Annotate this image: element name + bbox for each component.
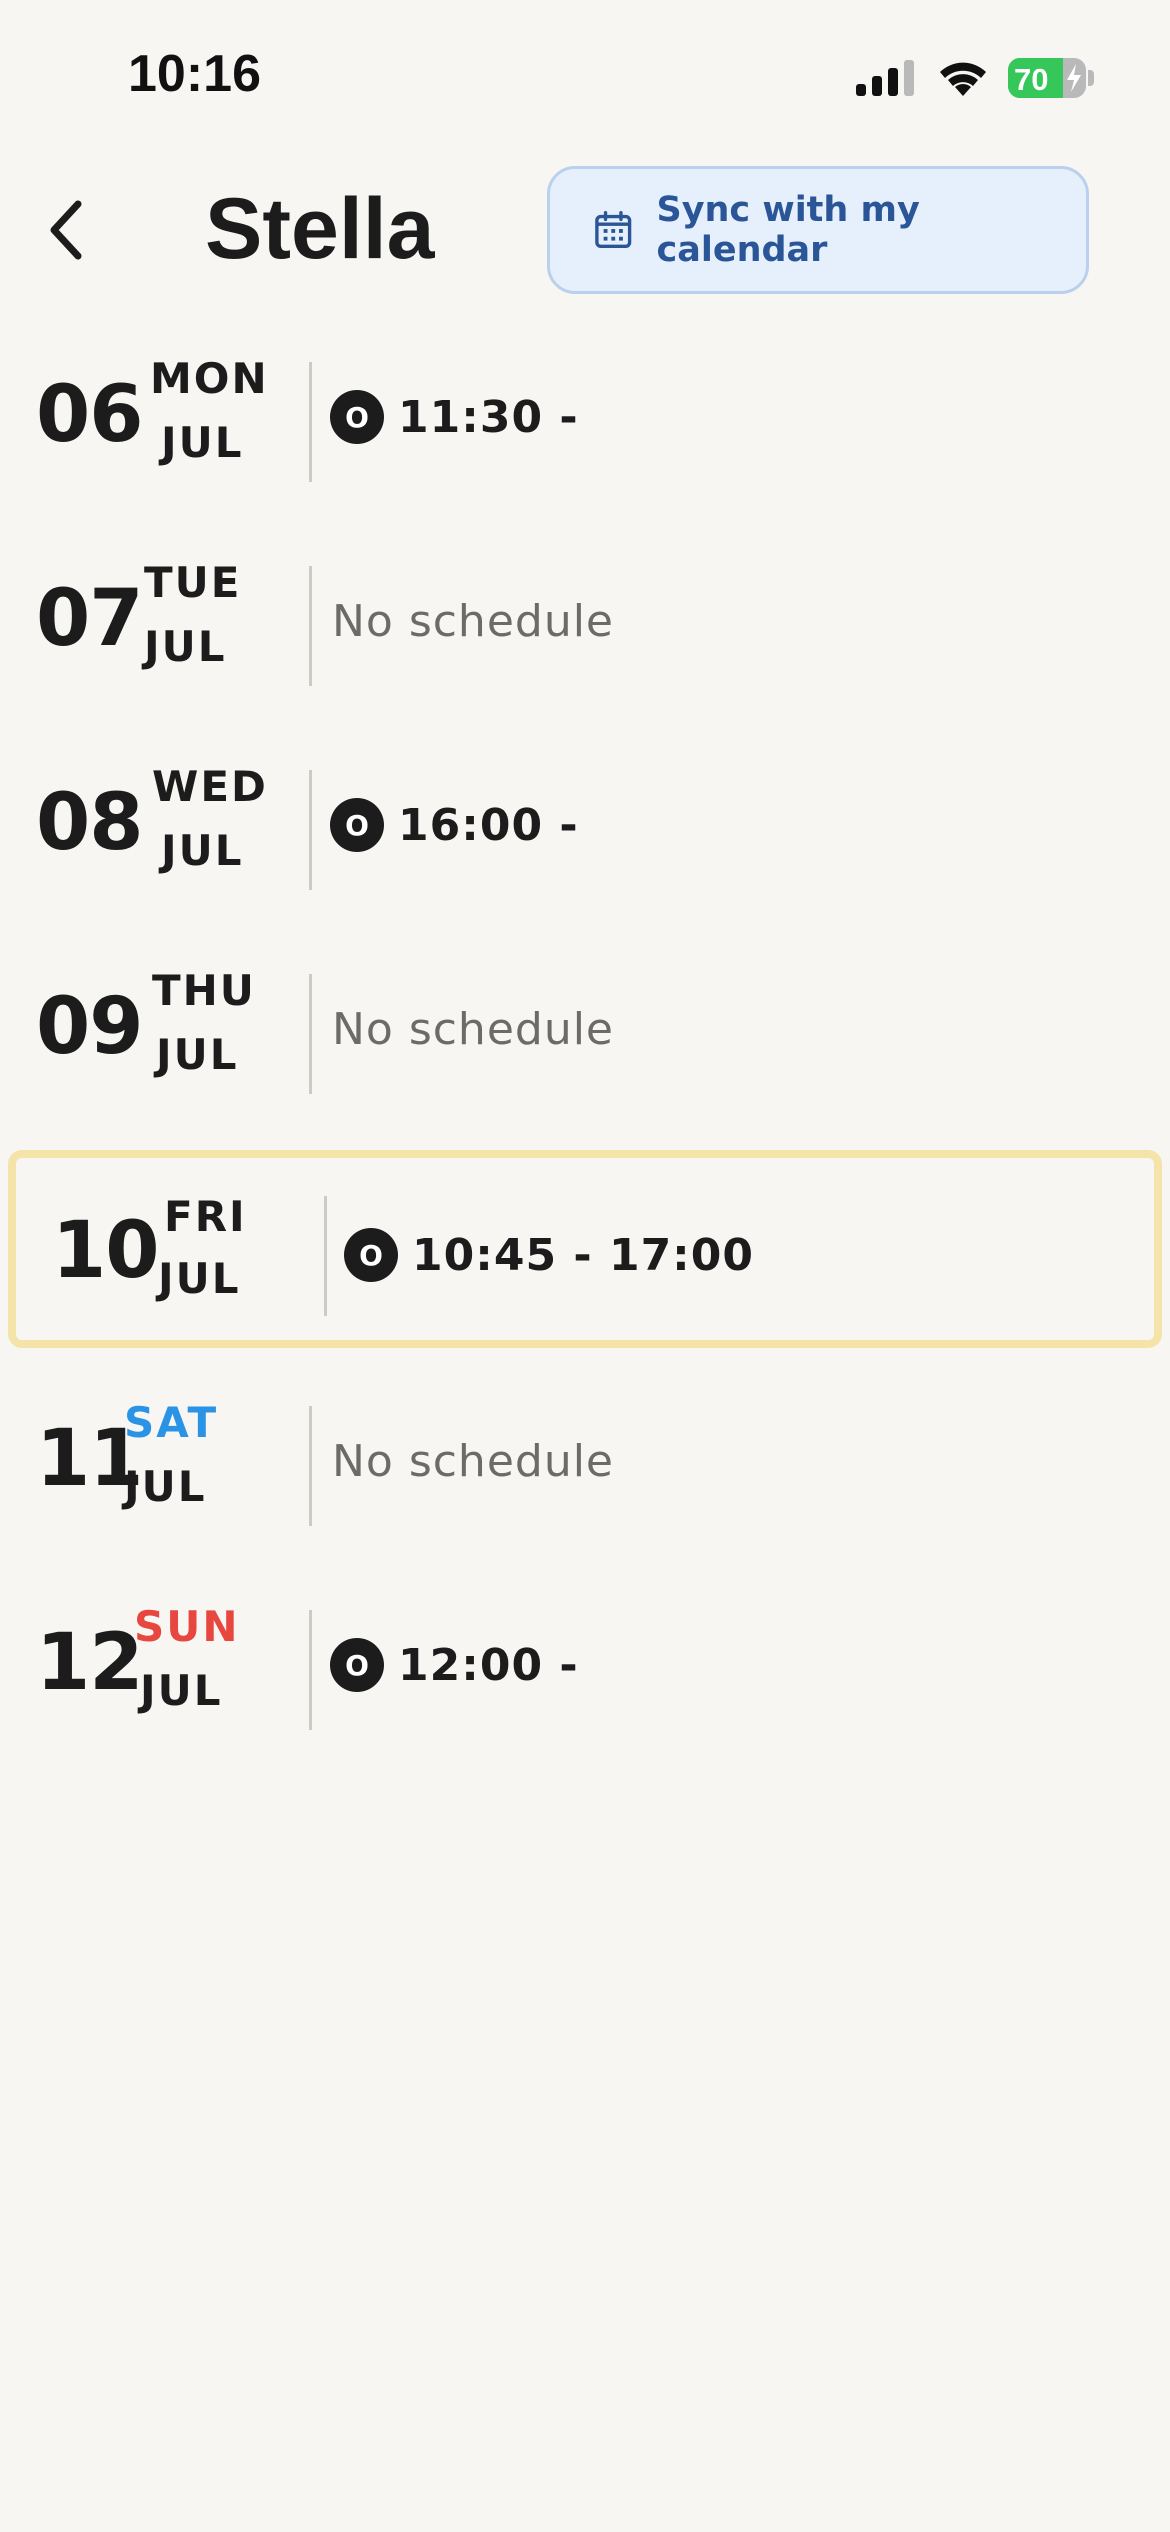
day-of-week: WED	[152, 762, 268, 811]
day-number: 08	[36, 778, 144, 868]
day-row-06[interactable]: 06 MON JUL O 11:30 -	[0, 340, 1170, 500]
month-label: JUL	[144, 622, 227, 671]
month-label: JUL	[158, 1254, 241, 1303]
schedule-entry[interactable]: O 16:00 -	[330, 798, 579, 852]
month-label: JUL	[140, 1666, 223, 1715]
day-of-week: SUN	[134, 1602, 240, 1651]
day-number: 12	[36, 1618, 144, 1708]
day-number: 09	[36, 982, 144, 1072]
entry-badge: O	[330, 1638, 384, 1692]
battery-cap	[1088, 70, 1094, 86]
entry-badge: O	[330, 390, 384, 444]
sync-calendar-label: Sync with my calendar	[656, 190, 920, 270]
entry-badge: O	[344, 1228, 398, 1282]
day-of-week: TUE	[144, 558, 242, 607]
day-number: 06	[36, 370, 144, 460]
divider	[309, 974, 312, 1094]
entry-time: 11:30 -	[398, 391, 579, 443]
day-row-11[interactable]: 11 SAT JUL No schedule	[0, 1384, 1170, 1544]
entry-badge: O	[330, 798, 384, 852]
divider	[324, 1196, 327, 1316]
schedule-entry[interactable]: O 12:00 -	[330, 1638, 579, 1692]
battery-level: 70	[1014, 62, 1049, 97]
divider	[309, 1406, 312, 1526]
day-of-week: THU	[152, 966, 256, 1015]
battery-icon: 70	[1008, 58, 1086, 98]
status-bar: 10:16 70	[0, 0, 1170, 150]
month-label: JUL	[161, 826, 244, 875]
divider	[309, 770, 312, 890]
day-row-07[interactable]: 07 TUE JUL No schedule	[0, 544, 1170, 704]
status-time: 10:16	[128, 45, 261, 103]
day-of-week: SAT	[124, 1398, 219, 1447]
month-label: JUL	[124, 1462, 207, 1511]
page-title: Stella	[205, 181, 435, 277]
day-number: 07	[36, 574, 144, 664]
no-schedule-text: No schedule	[332, 1436, 615, 1487]
day-row-08[interactable]: 08 WED JUL O 16:00 -	[0, 748, 1170, 908]
day-number: 10	[52, 1206, 160, 1296]
month-label: JUL	[156, 1030, 239, 1079]
day-row-09[interactable]: 09 THU JUL No schedule	[0, 952, 1170, 1112]
schedule-entry[interactable]: O 10:45 - 17:00	[344, 1228, 754, 1282]
day-row-10-today[interactable]: 10 FRI JUL O 10:45 - 17:00	[8, 1150, 1162, 1348]
day-of-week: FRI	[164, 1192, 247, 1241]
chevron-left-icon	[50, 200, 82, 260]
month-label: JUL	[161, 418, 244, 467]
day-row-12[interactable]: 12 SUN JUL O 12:00 -	[0, 1588, 1170, 1748]
wifi-icon	[940, 62, 986, 96]
charging-bolt-icon	[1067, 64, 1081, 92]
signal-icon	[856, 60, 914, 96]
calendar-icon	[595, 210, 632, 249]
entry-time: 12:00 -	[398, 1639, 579, 1691]
no-schedule-text: No schedule	[332, 1004, 615, 1055]
sync-calendar-button[interactable]: Sync with my calendar	[547, 166, 1089, 294]
divider	[309, 362, 312, 482]
schedule-entry[interactable]: O 11:30 -	[330, 390, 579, 444]
day-of-week: MON	[150, 354, 269, 403]
back-button[interactable]	[36, 190, 96, 270]
divider	[309, 1610, 312, 1730]
no-schedule-text: No schedule	[332, 596, 615, 647]
entry-time: 16:00 -	[398, 799, 579, 851]
divider	[309, 566, 312, 686]
entry-time: 10:45 - 17:00	[412, 1229, 755, 1281]
